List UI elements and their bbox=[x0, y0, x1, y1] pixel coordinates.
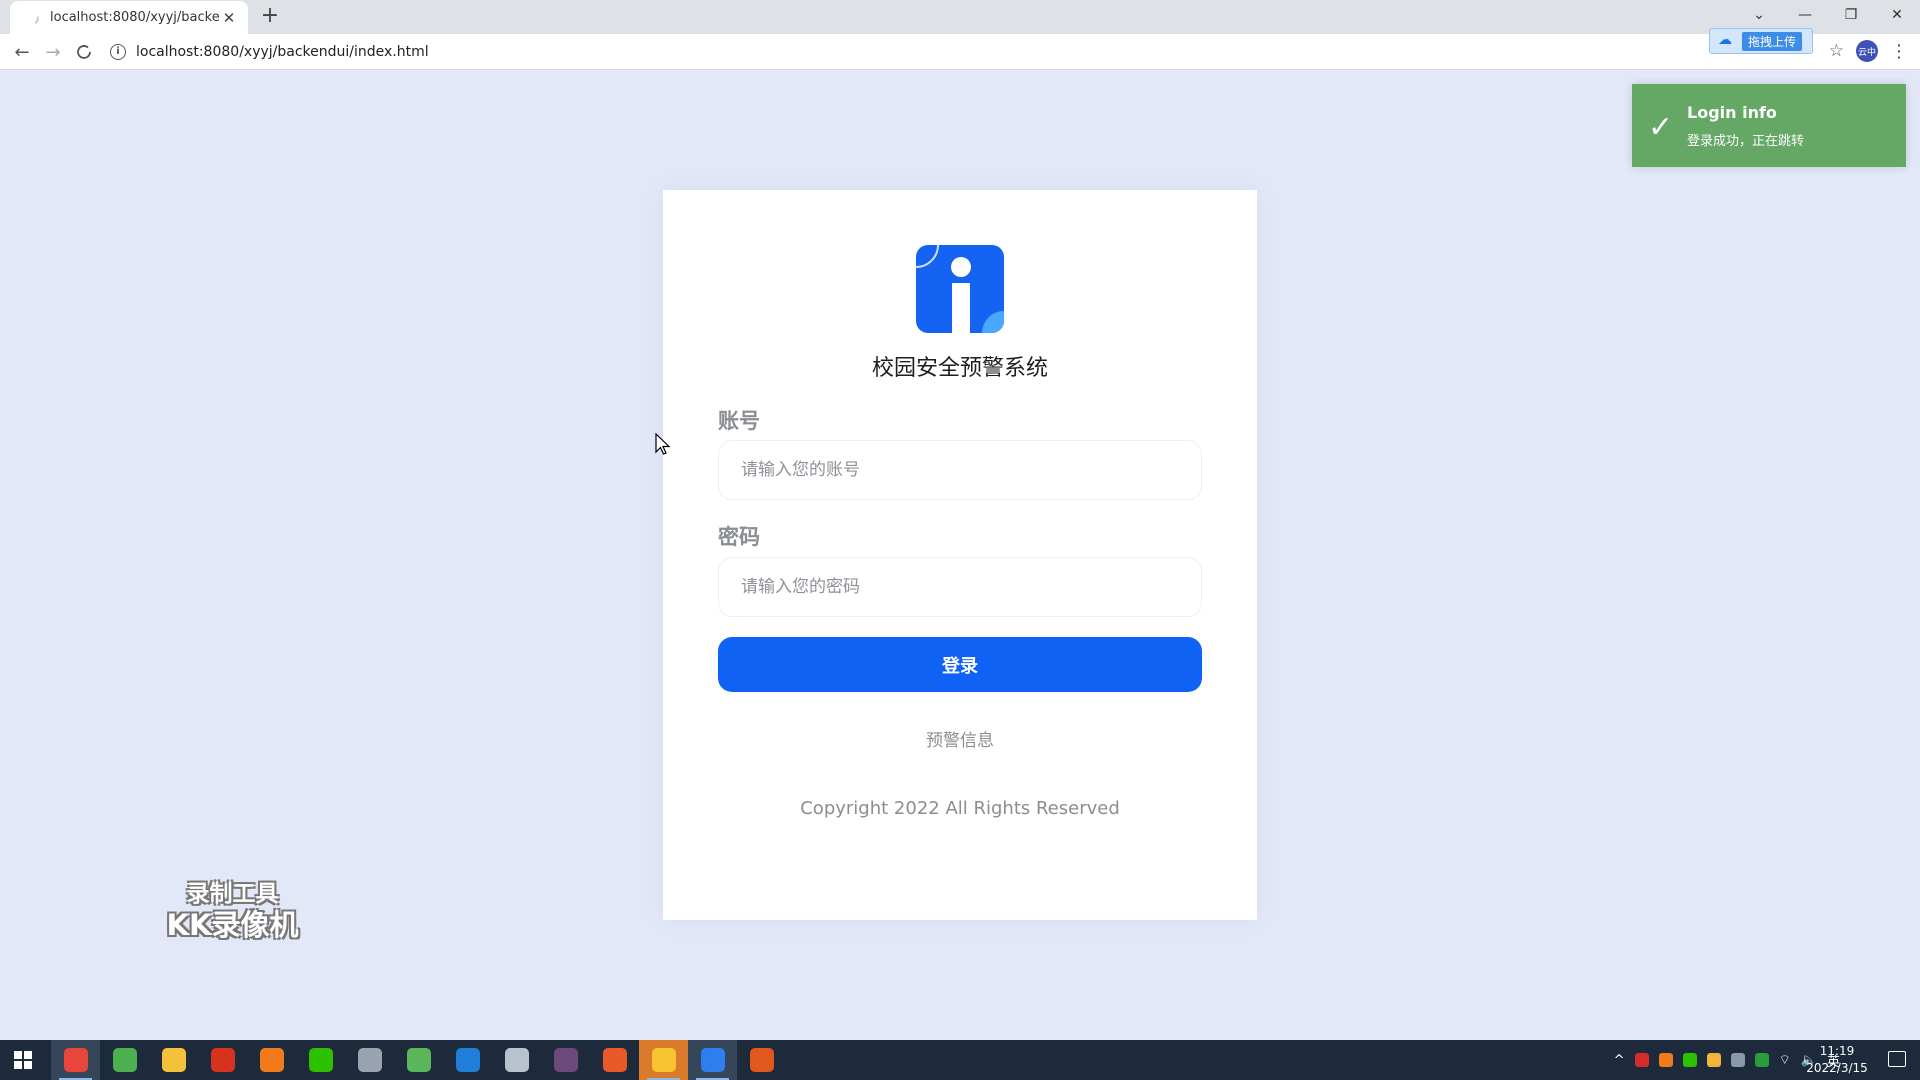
warning-info-link[interactable]: 预警信息 bbox=[663, 726, 1257, 751]
windows-taskbar: ^ ⌔ 🔈 英 11:19 2022/3/15 bbox=[0, 1040, 1920, 1080]
minimize-icon[interactable]: — bbox=[1782, 0, 1828, 30]
app-highlighted-icon bbox=[651, 1048, 676, 1072]
account-input[interactable] bbox=[718, 440, 1202, 500]
taskbar-magnifier-icon[interactable] bbox=[443, 1040, 492, 1080]
browser-toolbar: ← → i localhost:8080/xyyj/backendui/inde… bbox=[0, 34, 1920, 70]
app-green-icon bbox=[112, 1048, 137, 1072]
site-info-icon[interactable]: i bbox=[110, 44, 126, 60]
upload-extension-button[interactable]: ☁ 拖拽上传 bbox=[1709, 28, 1813, 54]
login-card: 校园安全预警系统 账号 密码 登录 预警信息 Copyright 2022 Al… bbox=[663, 190, 1257, 920]
file-explorer-icon bbox=[161, 1048, 186, 1072]
tray-app-icon[interactable] bbox=[1706, 1053, 1721, 1067]
restore-icon[interactable]: ❐ bbox=[1828, 0, 1874, 30]
taskbar-apps bbox=[51, 1040, 786, 1080]
taskbar-app-highlighted-icon[interactable] bbox=[639, 1040, 688, 1080]
taskbar-notepad-icon[interactable] bbox=[394, 1040, 443, 1080]
app-orange-icon bbox=[749, 1048, 774, 1072]
stop-loading-icon[interactable] bbox=[72, 40, 96, 64]
magnifier-icon bbox=[455, 1048, 480, 1072]
tray-wechat-icon[interactable] bbox=[1682, 1053, 1697, 1067]
app-window-icon bbox=[504, 1048, 529, 1072]
taskbar-wechat-icon[interactable] bbox=[296, 1040, 345, 1080]
system-title: 校园安全预警系统 bbox=[871, 356, 1048, 381]
notepad-icon bbox=[406, 1048, 431, 1072]
window-controls: ⌄ — ❐ ✕ bbox=[1736, 0, 1920, 30]
tray-battery-icon[interactable] bbox=[1754, 1053, 1769, 1067]
wps-icon bbox=[210, 1048, 235, 1072]
taskbar-baidu-netdisk-icon[interactable] bbox=[688, 1040, 737, 1080]
address-bar[interactable]: i localhost:8080/xyyj/backendui/index.ht… bbox=[110, 38, 1710, 66]
search-tool-icon bbox=[259, 1048, 284, 1072]
baidu-netdisk-icon bbox=[700, 1048, 725, 1072]
app-gray-icon bbox=[357, 1048, 382, 1072]
browser-tab[interactable]: localhost:8080/xyyj/backendui ✕ bbox=[10, 1, 248, 34]
copyright-text: Copyright 2022 All Rights Reserved bbox=[800, 798, 1120, 819]
watermark-line2: KK录像机 bbox=[166, 908, 299, 942]
check-icon: ✓ bbox=[1648, 110, 1674, 145]
watermark-line1: 录制工具 bbox=[186, 881, 279, 907]
tab-title: localhost:8080/xyyj/backendui bbox=[50, 10, 220, 25]
network-icon[interactable]: ⌔ bbox=[1779, 1052, 1791, 1068]
taskbar-app-dark-icon[interactable] bbox=[541, 1040, 590, 1080]
new-tab-button[interactable]: + bbox=[258, 5, 282, 29]
tray-search-icon[interactable] bbox=[1658, 1053, 1673, 1067]
tray-security-icon[interactable] bbox=[1634, 1053, 1649, 1067]
taskbar-clock[interactable]: 11:19 2022/3/15 bbox=[1802, 1043, 1872, 1077]
windows-logo-icon bbox=[14, 1051, 32, 1069]
toolbar-actions: ☆ 云中 ⋮ bbox=[1829, 40, 1908, 62]
app-red-icon bbox=[602, 1048, 627, 1072]
wechat-icon bbox=[308, 1048, 333, 1072]
taskbar-app-red-icon[interactable] bbox=[590, 1040, 639, 1080]
clock-time: 11:19 bbox=[1819, 1044, 1855, 1058]
notification-center-icon[interactable] bbox=[1888, 1051, 1906, 1067]
taskbar-file-explorer-icon[interactable] bbox=[149, 1040, 198, 1080]
login-button[interactable]: 登录 bbox=[718, 637, 1202, 692]
taskbar-app-window-icon[interactable] bbox=[492, 1040, 541, 1080]
back-icon[interactable]: ← bbox=[10, 40, 34, 64]
taskbar-app-orange-icon[interactable] bbox=[737, 1040, 786, 1080]
profile-avatar[interactable]: 云中 bbox=[1856, 40, 1878, 62]
bookmark-star-icon[interactable]: ☆ bbox=[1829, 41, 1844, 61]
more-menu-icon[interactable]: ⋮ bbox=[1890, 41, 1908, 62]
tab-search-icon[interactable]: ⌄ bbox=[1736, 0, 1782, 30]
cloud-icon: ☁ bbox=[1718, 32, 1732, 48]
toast-message: 登录成功，正在跳转 bbox=[1687, 134, 1805, 149]
tray-expand-icon[interactable]: ^ bbox=[1614, 1053, 1625, 1068]
url-text: localhost:8080/xyyj/backendui/index.html bbox=[136, 44, 429, 60]
taskbar-chrome-icon[interactable] bbox=[51, 1040, 100, 1080]
start-button[interactable] bbox=[0, 1040, 46, 1080]
login-success-toast[interactable]: ✓ Login info 登录成功，正在跳转 bbox=[1632, 84, 1906, 167]
tray-device-icon[interactable] bbox=[1730, 1053, 1745, 1067]
forward-icon[interactable]: → bbox=[41, 40, 65, 64]
password-input[interactable] bbox=[718, 557, 1202, 617]
browser-tab-bar: localhost:8080/xyyj/backendui ✕ + ⌄ — ❐ … bbox=[0, 0, 1920, 34]
toast-title: Login info bbox=[1687, 103, 1777, 122]
taskbar-search-tool-icon[interactable] bbox=[247, 1040, 296, 1080]
account-label: 账号 bbox=[718, 409, 760, 433]
taskbar-app-green-icon[interactable] bbox=[100, 1040, 149, 1080]
clock-date: 2022/3/15 bbox=[1806, 1061, 1868, 1075]
mouse-cursor-icon bbox=[655, 433, 671, 455]
loading-favicon-icon bbox=[25, 10, 39, 25]
upload-label: 拖拽上传 bbox=[1742, 31, 1803, 51]
app-dark-icon bbox=[553, 1048, 578, 1072]
tab-close-icon[interactable]: ✕ bbox=[220, 9, 238, 27]
password-label: 密码 bbox=[718, 525, 760, 549]
close-window-icon[interactable]: ✕ bbox=[1874, 0, 1920, 30]
taskbar-app-gray-icon[interactable] bbox=[345, 1040, 394, 1080]
chrome-icon bbox=[63, 1048, 88, 1072]
taskbar-wps-icon[interactable] bbox=[198, 1040, 247, 1080]
info-logo-icon bbox=[916, 245, 1004, 333]
recorder-watermark: 录制工具 KK录像机 bbox=[160, 880, 305, 942]
